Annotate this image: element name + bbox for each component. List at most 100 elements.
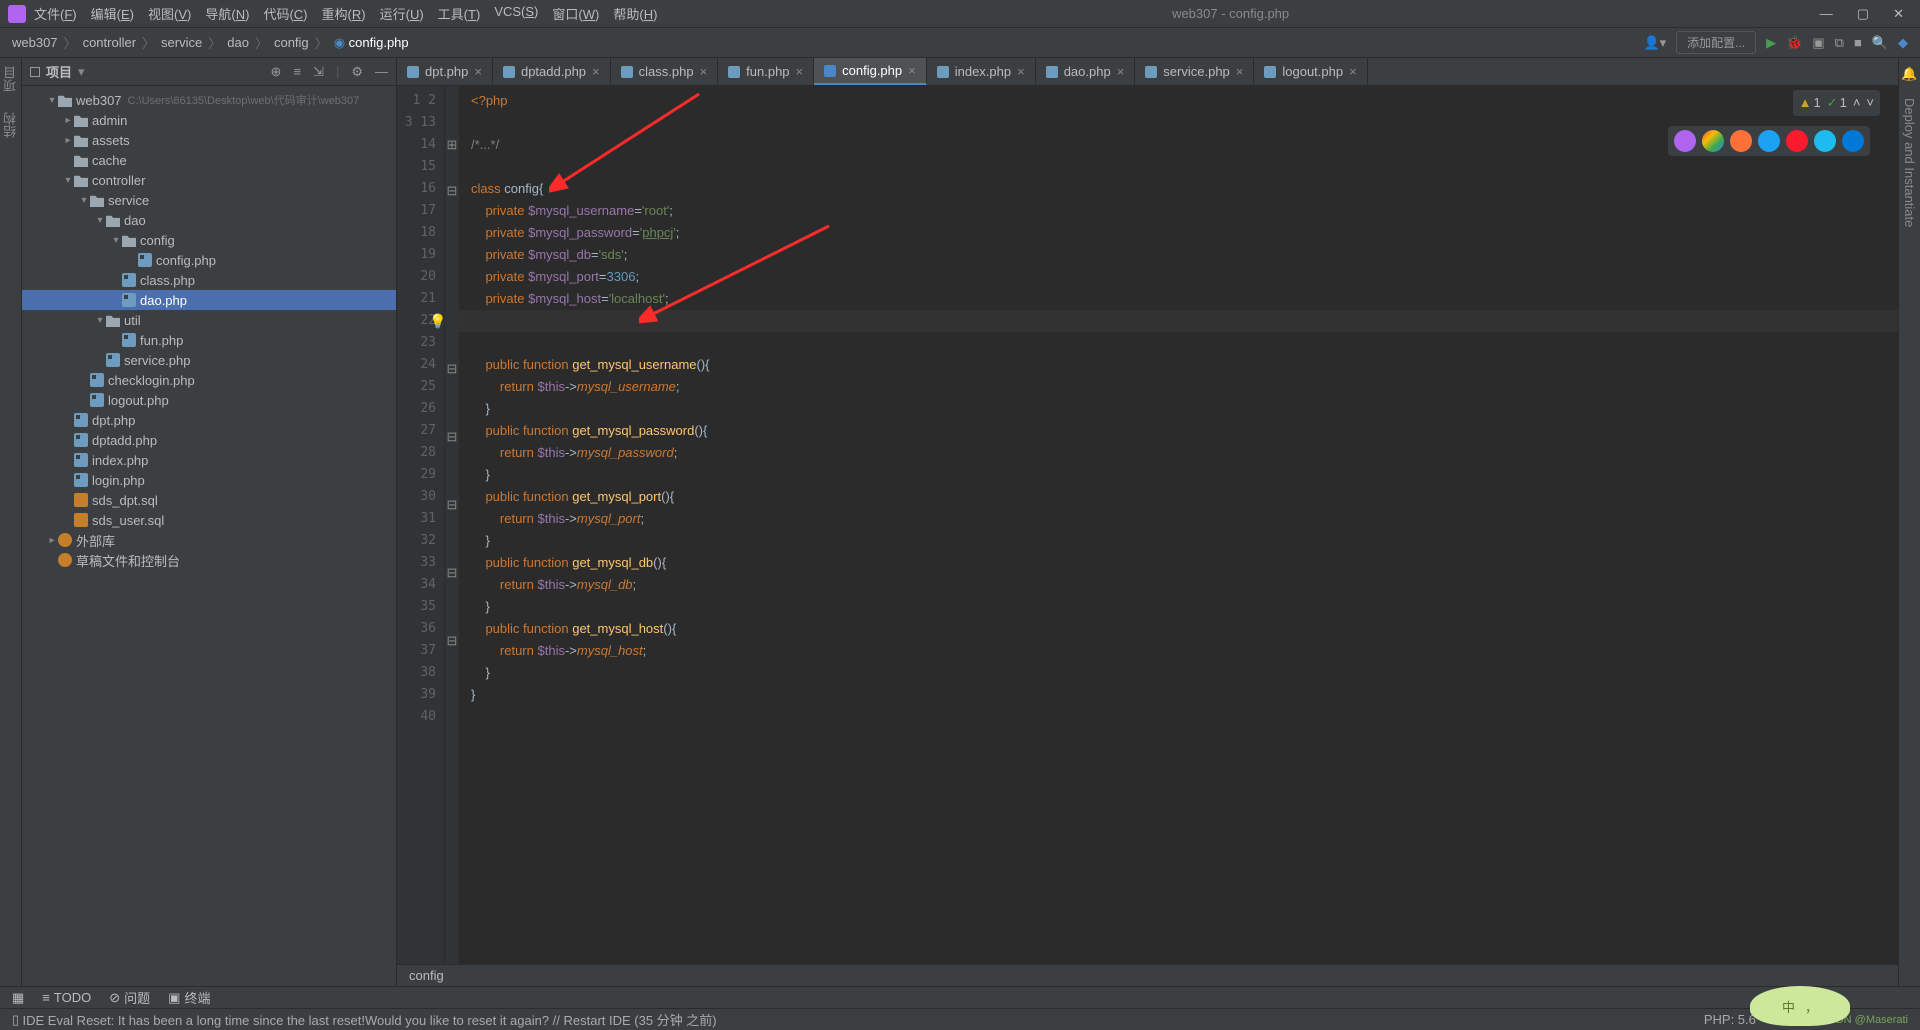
gear-icon[interactable]: ⚙ bbox=[351, 64, 363, 80]
editor-breadcrumb[interactable]: config bbox=[397, 964, 1898, 986]
todo-button[interactable]: ≡ TODO bbox=[42, 990, 91, 1005]
code-line[interactable]: return $this->mysql_host; bbox=[471, 640, 1898, 662]
code-line[interactable]: public function get_mysql_host(){ bbox=[471, 618, 1898, 640]
right-strip-deploy[interactable]: Deploy and Instantiate bbox=[1902, 98, 1917, 227]
tree-row[interactable]: ▸外部库 bbox=[22, 530, 396, 550]
tree-arrow-icon[interactable]: ▾ bbox=[78, 195, 90, 206]
tree-arrow-icon[interactable] bbox=[126, 255, 138, 266]
tree-arrow-icon[interactable] bbox=[62, 475, 74, 486]
tree-arrow-icon[interactable] bbox=[62, 155, 74, 166]
tree-row[interactable]: logout.php bbox=[22, 390, 396, 410]
tree-row[interactable]: ▾controller bbox=[22, 170, 396, 190]
tree-arrow-icon[interactable] bbox=[110, 275, 122, 286]
editor-tab[interactable]: dao.php× bbox=[1036, 58, 1136, 85]
tree-arrow-icon[interactable] bbox=[110, 295, 122, 306]
tree-arrow-icon[interactable]: ▾ bbox=[94, 215, 106, 226]
search-icon[interactable]: 🔍 bbox=[1872, 35, 1888, 51]
editor-tab[interactable]: fun.php× bbox=[718, 58, 814, 85]
tool-window-toggle-icon[interactable]: ▦ bbox=[12, 990, 24, 1006]
tree-row[interactable]: class.php bbox=[22, 270, 396, 290]
code-line[interactable] bbox=[471, 706, 1898, 728]
breadcrumb-item[interactable]: ◉ config.php bbox=[334, 35, 409, 51]
code-line[interactable]: public function get_mysql_username(){ bbox=[471, 354, 1898, 376]
code-line[interactable]: class config{ bbox=[471, 178, 1898, 200]
locate-icon[interactable]: ⊕ bbox=[271, 64, 282, 80]
ime-indicator[interactable]: 中 ， bbox=[1750, 986, 1850, 1026]
code-line[interactable]: public function get_mysql_port(){ bbox=[471, 486, 1898, 508]
intention-bulb-icon[interactable]: 💡 bbox=[429, 310, 446, 332]
tree-arrow-icon[interactable] bbox=[78, 375, 90, 386]
left-strip-structure[interactable]: 结构 bbox=[1, 112, 20, 138]
tree-row[interactable]: dptadd.php bbox=[22, 430, 396, 450]
code-line[interactable]: return $this->mysql_port; bbox=[471, 508, 1898, 530]
tree-row[interactable]: fun.php bbox=[22, 330, 396, 350]
breadcrumb-item[interactable]: config bbox=[274, 35, 309, 50]
tab-close-icon[interactable]: × bbox=[474, 64, 482, 79]
tree-arrow-icon[interactable]: ▸ bbox=[62, 115, 74, 126]
tab-close-icon[interactable]: × bbox=[700, 64, 708, 79]
code-line[interactable]: private $mysql_username='root'; bbox=[471, 200, 1898, 222]
notifications-icon[interactable]: 🔔 bbox=[1901, 66, 1917, 82]
tree-row[interactable]: dpt.php bbox=[22, 410, 396, 430]
crumb-item[interactable]: config bbox=[409, 968, 444, 983]
project-tree[interactable]: ▾web307C:\Users\86135\Desktop\web\代码审计\w… bbox=[22, 86, 396, 986]
tree-row[interactable]: dao.php bbox=[22, 290, 396, 310]
tree-row[interactable]: ▸assets bbox=[22, 130, 396, 150]
code-area[interactable]: <?php /*...*/ class config{ private $mys… bbox=[459, 86, 1898, 964]
menu-item[interactable]: 工具(T) bbox=[438, 4, 481, 23]
nav-up-icon[interactable]: ˄ bbox=[1853, 92, 1861, 114]
tree-row[interactable]: index.php bbox=[22, 450, 396, 470]
tree-row[interactable]: checklogin.php bbox=[22, 370, 396, 390]
breadcrumb-item[interactable]: dao bbox=[227, 35, 249, 50]
code-line[interactable]: } bbox=[471, 596, 1898, 618]
maximize-icon[interactable]: ▢ bbox=[1857, 6, 1869, 22]
code-line[interactable]: private $mysql_db='sds'; bbox=[471, 244, 1898, 266]
tree-row[interactable]: 草稿文件和控制台 bbox=[22, 550, 396, 570]
firefox-icon[interactable] bbox=[1730, 130, 1752, 152]
safari-icon[interactable] bbox=[1758, 130, 1780, 152]
editor-tab[interactable]: service.php× bbox=[1135, 58, 1254, 85]
code-line[interactable]: <?php bbox=[471, 90, 1898, 112]
user-icon[interactable]: 👤▾ bbox=[1643, 35, 1666, 51]
tree-arrow-icon[interactable] bbox=[110, 335, 122, 346]
collapse-icon[interactable]: ⇲ bbox=[313, 64, 324, 80]
editor-tab[interactable]: logout.php× bbox=[1254, 58, 1367, 85]
code-line[interactable]: } bbox=[471, 530, 1898, 552]
phpstorm-icon[interactable] bbox=[1674, 130, 1696, 152]
inspection-widget[interactable]: 1 1 ˄ ˅ bbox=[1793, 90, 1880, 116]
tree-row[interactable]: config.php bbox=[22, 250, 396, 270]
tree-row[interactable]: ▾web307C:\Users\86135\Desktop\web\代码审计\w… bbox=[22, 90, 396, 110]
menu-item[interactable]: 帮助(H) bbox=[613, 4, 657, 23]
code-line[interactable]: private $mysql_password='phpcj'; bbox=[471, 222, 1898, 244]
breadcrumb-item[interactable]: controller bbox=[83, 35, 136, 50]
code-line[interactable]: return $this->mysql_username; bbox=[471, 376, 1898, 398]
tab-close-icon[interactable]: × bbox=[1117, 64, 1125, 79]
menu-item[interactable]: 运行(U) bbox=[380, 4, 424, 23]
tree-arrow-icon[interactable]: ▸ bbox=[62, 135, 74, 146]
problems-button[interactable]: ⊘ 问题 bbox=[109, 988, 150, 1007]
tree-arrow-icon[interactable] bbox=[94, 355, 106, 366]
tree-row[interactable]: ▾dao bbox=[22, 210, 396, 230]
ie-icon[interactable] bbox=[1814, 130, 1836, 152]
php-version[interactable]: PHP: 5.6 bbox=[1704, 1012, 1756, 1027]
fold-column[interactable]: ⊞ ⊟ ⊟ ⊟ ⊟ ⊟ ⊟ bbox=[445, 86, 459, 964]
menu-item[interactable]: VCS(S) bbox=[494, 4, 538, 23]
editor-tab[interactable]: index.php× bbox=[927, 58, 1036, 85]
menu-item[interactable]: 窗口(W) bbox=[552, 4, 599, 23]
tree-arrow-icon[interactable] bbox=[62, 455, 74, 466]
code-line[interactable]: } bbox=[471, 464, 1898, 486]
tree-arrow-icon[interactable]: ▸ bbox=[46, 535, 58, 546]
editor-tab[interactable]: dpt.php× bbox=[397, 58, 493, 85]
run-icon[interactable]: ▶ bbox=[1766, 35, 1776, 51]
menu-item[interactable]: 文件(F) bbox=[34, 4, 77, 23]
editor-tab[interactable]: class.php× bbox=[611, 58, 719, 85]
coverage-icon[interactable]: ▣ bbox=[1812, 35, 1824, 51]
code-line[interactable]: return $this->mysql_password; bbox=[471, 442, 1898, 464]
breadcrumb-item[interactable]: web307 bbox=[12, 35, 58, 50]
editor-tab[interactable]: config.php× bbox=[814, 58, 927, 85]
code-line[interactable]: } bbox=[471, 662, 1898, 684]
code-line[interactable] bbox=[471, 750, 1898, 772]
code-line[interactable]: public function get_mysql_password(){ bbox=[471, 420, 1898, 442]
menu-item[interactable]: 视图(V) bbox=[148, 4, 191, 23]
tree-row[interactable]: ▾service bbox=[22, 190, 396, 210]
